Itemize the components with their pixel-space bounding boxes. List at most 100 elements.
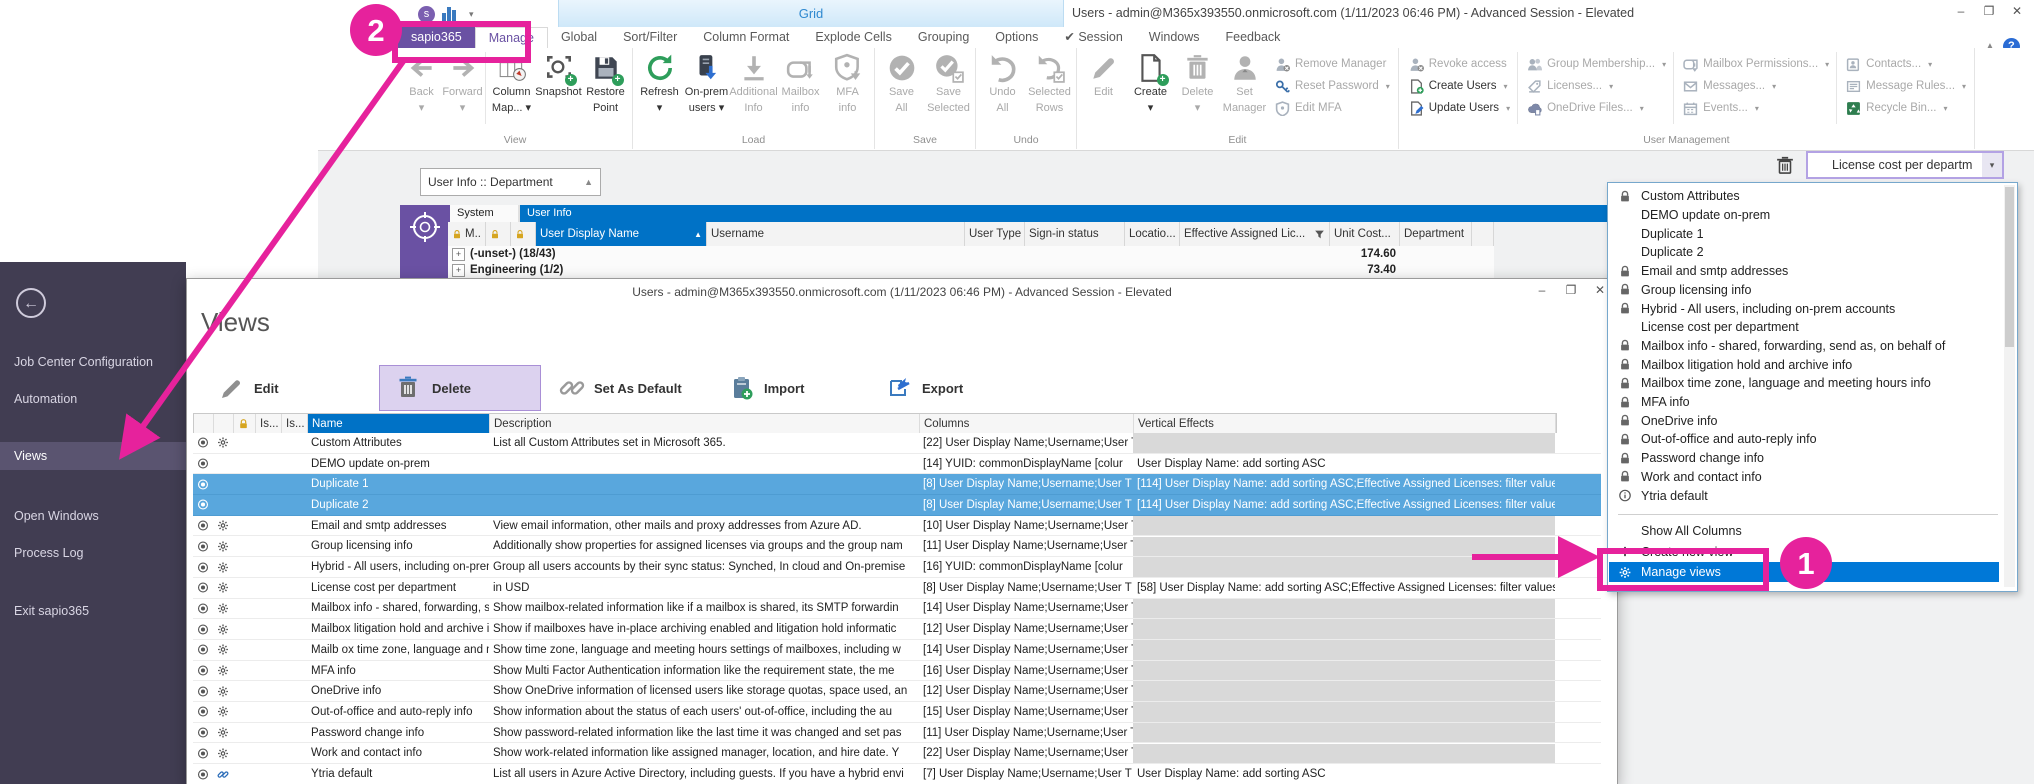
row-actions-cell[interactable] xyxy=(213,640,233,660)
column-header-sign-in-status[interactable]: Sign-in status xyxy=(1025,222,1125,246)
onedrive-files-button[interactable]: OneDrive Files...▾ xyxy=(1527,97,1666,119)
sidebar-item-job-center-configuration[interactable]: Job Center Configuration xyxy=(0,348,186,376)
sidebar-item-open-windows[interactable]: Open Windows xyxy=(0,502,186,530)
view-selector-combo[interactable]: License cost per departm ▾ xyxy=(1806,151,2004,179)
row-actions-cell[interactable] xyxy=(213,516,233,536)
dropdown-item-onedrive-info[interactable]: OneDrive info xyxy=(1609,411,1999,430)
radio-icon[interactable] xyxy=(197,436,209,449)
delete-button[interactable]: Delete▾ xyxy=(1174,48,1221,114)
row-select-cell[interactable] xyxy=(193,764,213,784)
dropdown-item-duplicate-2[interactable]: Duplicate 2 xyxy=(1609,243,1999,262)
recycle-bin-button[interactable]: Recycle Bin...▾ xyxy=(1846,97,1966,119)
tab-column-format[interactable]: Column Format xyxy=(690,27,802,48)
radio-icon[interactable] xyxy=(197,498,209,511)
column-header-effective-assigned-lic-[interactable]: Effective Assigned Lic... xyxy=(1180,222,1330,246)
views-table-row[interactable]: Duplicate 2[8] User Display Name;Usernam… xyxy=(193,495,1601,516)
mailbox-info-button[interactable]: Mailboxinfo xyxy=(777,48,824,114)
tab-grouping[interactable]: Grouping xyxy=(905,27,982,48)
radio-icon[interactable] xyxy=(197,478,209,491)
views-table-row[interactable]: Mailb ox time zone, language and meetiSh… xyxy=(193,640,1601,661)
gear-icon[interactable] xyxy=(217,519,229,532)
views-header-is1[interactable]: Is... xyxy=(256,414,282,434)
tab-feedback[interactable]: Feedback xyxy=(1213,27,1294,48)
revoke-access-button[interactable]: Revoke access xyxy=(1409,53,1510,75)
dropdown-create-new-view[interactable]: Create new view xyxy=(1609,542,1999,562)
row-select-cell[interactable] xyxy=(193,578,213,598)
gear-icon[interactable] xyxy=(217,540,229,553)
radio-icon[interactable] xyxy=(197,768,209,781)
set-manager-button[interactable]: SetManager xyxy=(1221,48,1268,114)
views-table-row[interactable]: DEMO update on-prem[14] YUID: commonDisp… xyxy=(193,454,1601,475)
tab-sort-filter[interactable]: Sort/Filter xyxy=(610,27,690,48)
dropdown-item-group-licensing-info[interactable]: Group licensing info xyxy=(1609,281,1999,300)
dropdown-item-mailbox-time-zone-language-and-meeting-hours-info[interactable]: Mailbox time zone, language and meeting … xyxy=(1609,374,1999,393)
snapshot-button[interactable]: +Snapshot xyxy=(535,48,582,99)
forward-button[interactable]: Forward▾ xyxy=(442,48,483,114)
gear-icon[interactable] xyxy=(217,664,229,677)
radio-icon[interactable] xyxy=(197,664,209,677)
row-select-cell[interactable] xyxy=(193,537,213,557)
dropdown-item-demo-update-on-prem[interactable]: DEMO update on-prem xyxy=(1609,206,1999,225)
row-select-cell[interactable] xyxy=(193,599,213,619)
views-table-row[interactable]: License cost per departmentin USD[8] Use… xyxy=(193,578,1601,599)
radio-icon[interactable] xyxy=(197,581,209,594)
row-actions-cell[interactable] xyxy=(213,681,233,701)
row-actions-cell[interactable] xyxy=(213,454,233,474)
row-select-cell[interactable] xyxy=(193,474,213,494)
gear-icon[interactable] xyxy=(217,602,229,615)
toolbar-edit-button[interactable]: Edit xyxy=(219,375,279,401)
tab-session[interactable]: ✔ Session xyxy=(1051,27,1135,48)
on-prem-users-button[interactable]: On-premusers ▾ xyxy=(683,48,730,114)
views-table-row[interactable]: Duplicate 1[8] User Display Name;Usernam… xyxy=(193,474,1601,495)
dropdown-item-mailbox-litigation-hold-and-archive-info[interactable]: Mailbox litigation hold and archive info xyxy=(1609,355,1999,374)
gear-icon[interactable] xyxy=(217,581,229,594)
licenses-button[interactable]: Licenses...▾ xyxy=(1527,75,1666,97)
views-table-row[interactable]: Custom AttributesList all Custom Attribu… xyxy=(193,433,1601,454)
radio-icon[interactable] xyxy=(197,643,209,656)
radio-icon[interactable] xyxy=(197,457,209,470)
back-button[interactable]: Back▾ xyxy=(401,48,442,114)
create-button[interactable]: +Create▾ xyxy=(1127,48,1174,114)
edit-mfa-button[interactable]: Edit MFA xyxy=(1275,97,1390,119)
row-select-cell[interactable] xyxy=(193,557,213,577)
undo-selected-rows-button[interactable]: SelectedRows xyxy=(1026,48,1073,114)
row-select-cell[interactable] xyxy=(193,495,213,515)
undo-all-button[interactable]: UndoAll xyxy=(979,48,1026,114)
dropdown-item-ytria-default[interactable]: Ytria default xyxy=(1609,486,1999,505)
row-select-cell[interactable] xyxy=(193,516,213,536)
sidebar-item-views[interactable]: Views xyxy=(0,442,186,470)
dropdown-item-license-cost-per-department[interactable]: License cost per department xyxy=(1609,318,1999,337)
row-select-cell[interactable] xyxy=(193,702,213,722)
expand-icon[interactable]: + xyxy=(452,248,465,261)
views-header-is2[interactable]: Is... xyxy=(282,414,308,434)
views-table-row[interactable]: Work and contact infoShow work-related i… xyxy=(193,744,1601,765)
dropdown-item-custom-attributes[interactable]: Custom Attributes xyxy=(1609,187,1999,206)
radio-icon[interactable] xyxy=(197,540,209,553)
column-header-user-type[interactable]: User Type xyxy=(965,222,1025,246)
sidebar-item-exit-sapio365[interactable]: Exit sapio365 xyxy=(0,597,186,625)
row-actions-cell[interactable] xyxy=(213,578,233,598)
tab-options[interactable]: Options xyxy=(982,27,1051,48)
views-header-vertical-effects[interactable]: Vertical Effects xyxy=(1134,414,1556,434)
views-header-description[interactable]: Description xyxy=(490,414,920,434)
column-header-lock[interactable] xyxy=(486,222,511,246)
mailbox-permissions-button[interactable]: Mailbox Permissions...▾ xyxy=(1683,53,1829,75)
views-table-row[interactable]: OneDrive infoShow OneDrive information o… xyxy=(193,681,1601,702)
grid-group-row[interactable]: +(-unset-) (18/43)174.60 xyxy=(448,246,1494,263)
dropdown-item-hybrid-all-users-including-on-prem-accounts[interactable]: Hybrid - All users, including on-prem ac… xyxy=(1609,299,1999,318)
dropdown-manage-views[interactable]: Manage views xyxy=(1609,562,1999,582)
tab-explode-cells[interactable]: Explode Cells xyxy=(802,27,904,48)
row-actions-cell[interactable] xyxy=(213,764,233,784)
gear-icon[interactable] xyxy=(217,436,229,449)
restore-point-button[interactable]: +RestorePoint xyxy=(582,48,629,114)
views-table-row[interactable]: Group licensing infoAdditionally show pr… xyxy=(193,537,1601,558)
edit-button[interactable]: Edit xyxy=(1080,48,1127,99)
row-actions-cell[interactable] xyxy=(213,433,233,453)
restore-button[interactable]: ❐ xyxy=(1978,2,2000,21)
column-map-button[interactable]: ColumnMap... ▾ xyxy=(488,48,535,114)
views-table-row[interactable]: Password change infoShow password-relate… xyxy=(193,723,1601,744)
row-actions-cell[interactable] xyxy=(213,557,233,577)
group-membership-button[interactable]: Group Membership...▾ xyxy=(1527,53,1666,75)
reset-password-button[interactable]: Reset Password▾ xyxy=(1275,75,1390,97)
gear-icon[interactable] xyxy=(217,623,229,636)
